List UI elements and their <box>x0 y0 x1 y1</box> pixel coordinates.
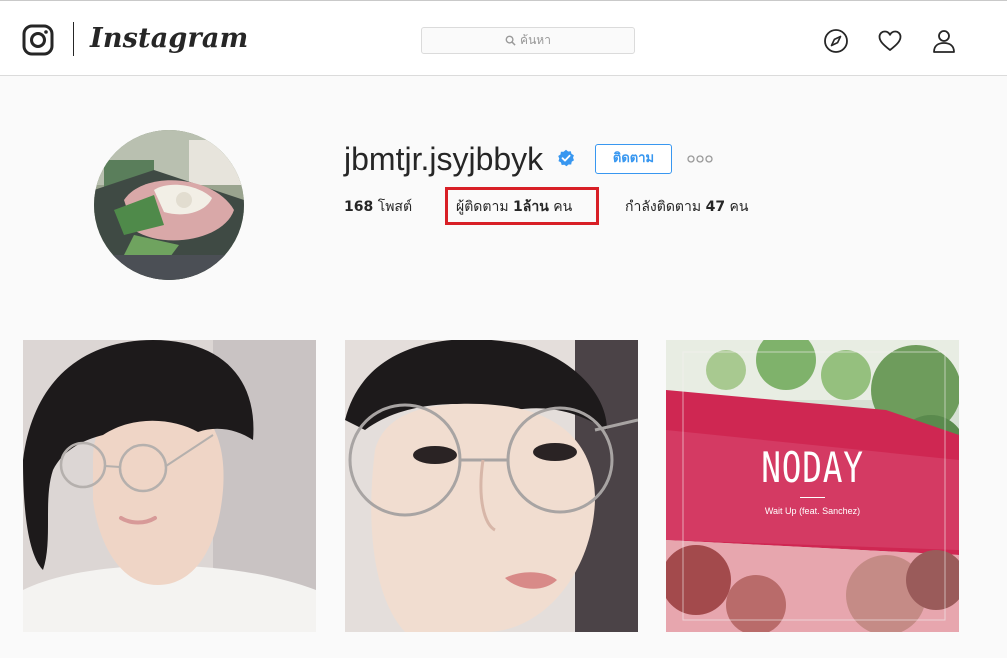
profile-username: jbmtjr.jsyjbbyk <box>344 141 544 177</box>
instagram-wordmark-logo[interactable]: Instagram <box>90 21 248 57</box>
logo-divider <box>73 22 74 56</box>
search-icon <box>505 35 516 46</box>
window-top-line <box>0 0 1007 1</box>
compass-icon[interactable] <box>823 28 849 54</box>
album-subtitle: Wait Up (feat. Sanchez) <box>764 506 861 516</box>
verified-badge-icon <box>557 149 575 167</box>
search-input[interactable]: ค้นหา <box>421 27 635 54</box>
search-placeholder: ค้นหา <box>520 33 551 47</box>
instagram-camera-icon[interactable] <box>22 24 54 56</box>
posts-count: 168 <box>344 199 374 215</box>
following-unit: คน <box>729 199 749 215</box>
post-thumbnail-3[interactable]: NODAY Wait Up (feat. Sanchez) <box>666 340 959 632</box>
following-stat[interactable]: กำลังติดตาม 47 คน <box>625 196 748 218</box>
person-icon[interactable] <box>931 28 957 54</box>
post-thumbnail-1[interactable] <box>23 340 316 632</box>
followers-highlight-annotation <box>445 187 599 225</box>
top-navigation-bar: Instagram ค้นหา <box>0 0 1007 76</box>
post-thumbnail-2[interactable] <box>345 340 638 632</box>
profile-avatar[interactable] <box>94 130 244 280</box>
following-count: 47 <box>705 199 726 215</box>
more-options-icon[interactable] <box>686 150 714 168</box>
posts-label: โพสต์ <box>377 199 413 215</box>
follow-button[interactable]: ติดตาม <box>595 144 672 174</box>
posts-count-stat: 168 โพสต์ <box>344 196 412 218</box>
album-title-divider <box>800 497 825 498</box>
heart-icon[interactable] <box>877 28 903 54</box>
album-title: NODAY <box>761 443 864 492</box>
following-label: กำลังติดตาม <box>625 199 702 215</box>
